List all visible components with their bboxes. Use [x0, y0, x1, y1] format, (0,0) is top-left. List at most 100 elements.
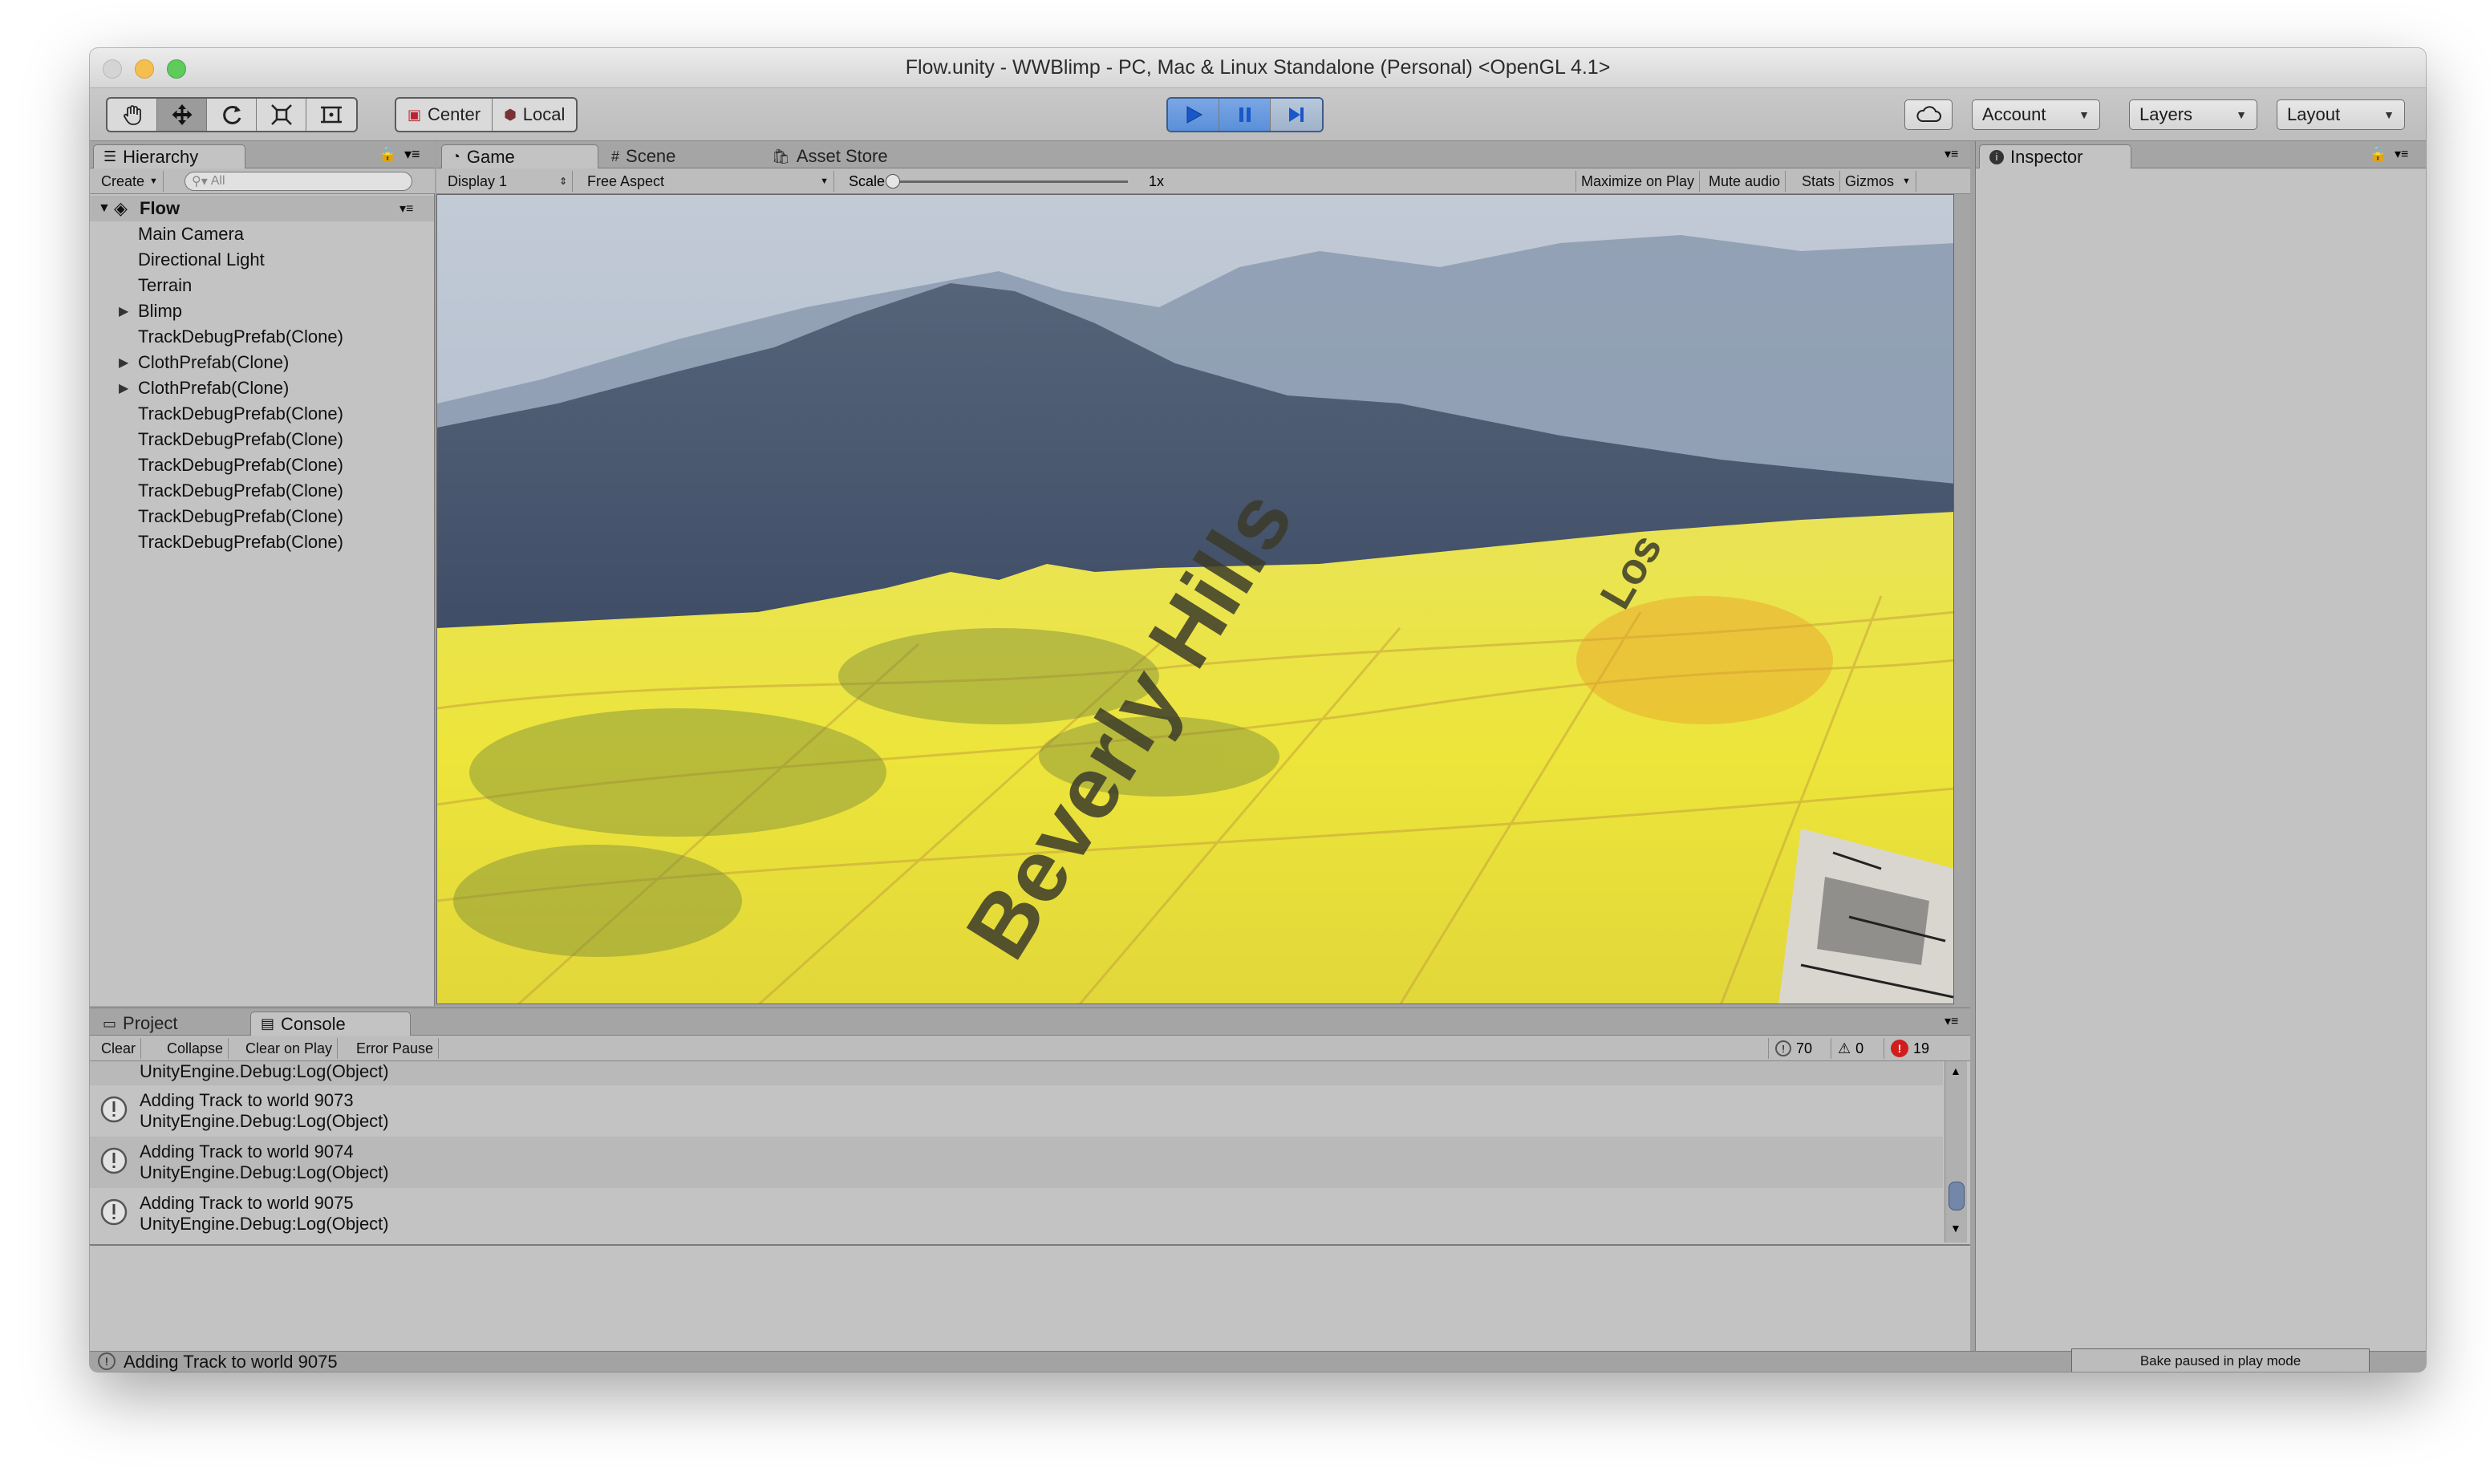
log-entry[interactable]: Adding Track to world 9073 UnityEngine.De… — [90, 1085, 1943, 1137]
tab-hierarchy[interactable]: ☰ Hierarchy — [93, 144, 245, 168]
hierarchy-item-label: TrackDebugPrefab(Clone) — [138, 506, 343, 526]
panel-menu-icon[interactable]: ▾≡ — [2395, 146, 2408, 162]
pivot-center-button[interactable]: ▣ Center — [396, 99, 493, 131]
hierarchy-item[interactable]: TrackDebugPrefab(Clone) — [90, 324, 434, 350]
display-dropdown[interactable]: Display 1 ⇕ — [443, 171, 573, 192]
collapse-toggle[interactable]: Collapse — [162, 1038, 229, 1059]
scale-tool-button[interactable] — [257, 99, 306, 131]
log-stacktrace: UnityEngine.Debug:Log(Object) — [140, 1111, 389, 1131]
console-scrollbar[interactable]: ▲ ▼ — [1945, 1061, 1967, 1243]
hierarchy-item[interactable]: ▶ Blimp — [90, 298, 434, 324]
log-message: Adding Track to world 9075 — [140, 1193, 354, 1213]
pivot-local-button[interactable]: ⬢ Local — [493, 99, 576, 131]
stepper-icon: ⇕ — [558, 176, 567, 187]
console-detail-area[interactable] — [90, 1244, 1970, 1352]
expand-arrow-icon[interactable]: ▶ — [119, 380, 128, 396]
hierarchy-item[interactable]: TrackDebugPrefab(Clone) — [90, 452, 434, 478]
hierarchy-item[interactable]: Main Camera — [90, 221, 434, 247]
pause-button[interactable] — [1219, 99, 1271, 131]
panel-menu-icon[interactable]: ▾≡ — [1945, 146, 1958, 162]
hierarchy-panel: ☰ Hierarchy 🔒 ▾≡ Create ▼ ⚲▾ All ▼ ◈ Flo… — [90, 141, 435, 1006]
tab-asset-store[interactable]: 🛍 Asset Store — [762, 144, 939, 168]
error-pause-toggle[interactable]: Error Pause — [351, 1038, 440, 1059]
tab-project[interactable]: ▭ Project — [93, 1012, 245, 1036]
clear-button[interactable]: Clear — [96, 1038, 142, 1059]
clear-on-play-toggle[interactable]: Clear on Play — [241, 1038, 339, 1059]
clear-on-play-label: Clear on Play — [245, 1040, 333, 1056]
scene-menu-icon[interactable]: ▾≡ — [399, 201, 413, 217]
info-icon: i — [1989, 149, 2004, 164]
hierarchy-item[interactable]: TrackDebugPrefab(Clone) — [90, 427, 434, 452]
move-tool-button[interactable] — [157, 99, 207, 131]
hierarchy-item[interactable]: TrackDebugPrefab(Clone) — [90, 504, 434, 529]
hand-tool-button[interactable] — [107, 99, 157, 131]
warning-filter-toggle[interactable]: ⚠ 0 — [1831, 1038, 1870, 1059]
maximize-on-play-toggle[interactable]: Maximize on Play — [1576, 171, 1701, 192]
scale-value: 1x — [1149, 173, 1165, 189]
scene-root-row[interactable]: ▼ ◈ Flow ▾≡ — [90, 196, 434, 221]
play-button[interactable] — [1168, 99, 1219, 131]
create-dropdown[interactable]: Create ▼ — [96, 171, 164, 192]
hierarchy-item[interactable]: ▶ ClothPrefab(Clone) — [90, 350, 434, 375]
warning-count: 0 — [1855, 1040, 1864, 1056]
panel-menu-icon[interactable]: ▾≡ — [1945, 1013, 1958, 1029]
chevron-down-icon: ▼ — [1902, 176, 1911, 186]
error-icon: ! — [1891, 1040, 1908, 1057]
rotate-tool-button[interactable] — [207, 99, 257, 131]
hierarchy-item[interactable]: ▶ ClothPrefab(Clone) — [90, 375, 434, 401]
stats-toggle[interactable]: Stats — [1797, 171, 1841, 192]
log-filter-toggle[interactable]: ! 70 — [1768, 1038, 1819, 1059]
clear-label: Clear — [101, 1040, 136, 1056]
hierarchy-item[interactable]: Terrain — [90, 273, 434, 298]
warning-triangle-icon: ⚠ — [1838, 1040, 1851, 1056]
display-label: Display 1 — [448, 172, 508, 189]
log-entry-partial[interactable]: UnityEngine.Debug:Log(Object) — [90, 1061, 1943, 1085]
search-icon: ⚲▾ — [192, 175, 208, 189]
gizmos-dropdown[interactable]: Gizmos ▼ — [1840, 171, 1916, 192]
cloud-button[interactable] — [1904, 99, 1953, 130]
tab-game[interactable]: ◔ Game — [441, 144, 598, 168]
chevron-down-icon: ▼ — [149, 176, 158, 186]
hierarchy-item[interactable]: TrackDebugPrefab(Clone) — [90, 401, 434, 427]
hierarchy-item[interactable]: TrackDebugPrefab(Clone) — [90, 478, 434, 504]
log-entry[interactable]: Adding Track to world 9074 UnityEngine.De… — [90, 1137, 1943, 1188]
chevron-down-icon: ▼ — [2383, 108, 2395, 121]
layout-dropdown[interactable]: Layout ▼ — [2277, 99, 2405, 130]
lock-icon[interactable]: 🔒 — [2369, 146, 2387, 163]
account-dropdown[interactable]: Account ▼ — [1972, 99, 2100, 130]
hierarchy-item[interactable]: Directional Light — [90, 247, 434, 273]
status-message[interactable]: Adding Track to world 9075 — [124, 1352, 338, 1372]
rect-tool-button[interactable] — [306, 99, 356, 131]
aspect-dropdown[interactable]: Free Aspect ▼ — [582, 171, 834, 192]
panel-menu-icon[interactable]: ▾≡ — [404, 146, 420, 163]
console-panel: ▭ Project ▤ Console ▾≡ Clear Collapse Cl… — [90, 1008, 1970, 1352]
hierarchy-search[interactable]: ⚲▾ All — [185, 172, 412, 191]
tab-scene[interactable]: # Scene — [602, 144, 759, 168]
console-log-list: UnityEngine.Debug:Log(Object) Adding Tra… — [90, 1061, 1970, 1243]
scroll-down-icon[interactable]: ▼ — [1950, 1222, 1961, 1235]
scroll-up-icon[interactable]: ▲ — [1950, 1064, 1961, 1077]
tab-inspector[interactable]: i Inspector — [1979, 144, 2131, 168]
game-viewport[interactable]: Beverly Hills Los — [436, 194, 1954, 1004]
log-entry[interactable]: Adding Track to world 9075 UnityEngine.De… — [90, 1188, 1943, 1239]
scale-slider[interactable] — [886, 174, 1128, 189]
scrollbar-thumb[interactable] — [1949, 1182, 1965, 1210]
lock-icon[interactable]: 🔒 — [379, 146, 396, 163]
expand-arrow-icon[interactable]: ▶ — [119, 355, 128, 371]
asset-store-tab-label: Asset Store — [796, 146, 888, 166]
hierarchy-item[interactable]: TrackDebugPrefab(Clone) — [90, 529, 434, 555]
hierarchy-item-label: TrackDebugPrefab(Clone) — [138, 455, 343, 475]
layers-dropdown[interactable]: Layers ▼ — [2129, 99, 2257, 130]
account-label: Account — [1982, 104, 2046, 124]
error-filter-toggle[interactable]: ! 19 — [1884, 1038, 1936, 1059]
hierarchy-toolbar: Create ▼ ⚲▾ All — [90, 168, 435, 194]
console-tab-bar: ▭ Project ▤ Console ▾≡ — [90, 1008, 1970, 1036]
mute-audio-toggle[interactable]: Mute audio — [1704, 171, 1786, 192]
expand-arrow-icon[interactable]: ▶ — [119, 303, 128, 319]
console-toolbar: Clear Collapse Clear on Play Error Pause… — [90, 1036, 1970, 1061]
scale-slider-thumb[interactable] — [886, 174, 900, 189]
tab-console[interactable]: ▤ Console — [250, 1012, 411, 1036]
step-button[interactable] — [1271, 99, 1322, 131]
scale-label: Scale — [849, 173, 886, 189]
log-message: Adding Track to world 9073 — [140, 1090, 354, 1110]
